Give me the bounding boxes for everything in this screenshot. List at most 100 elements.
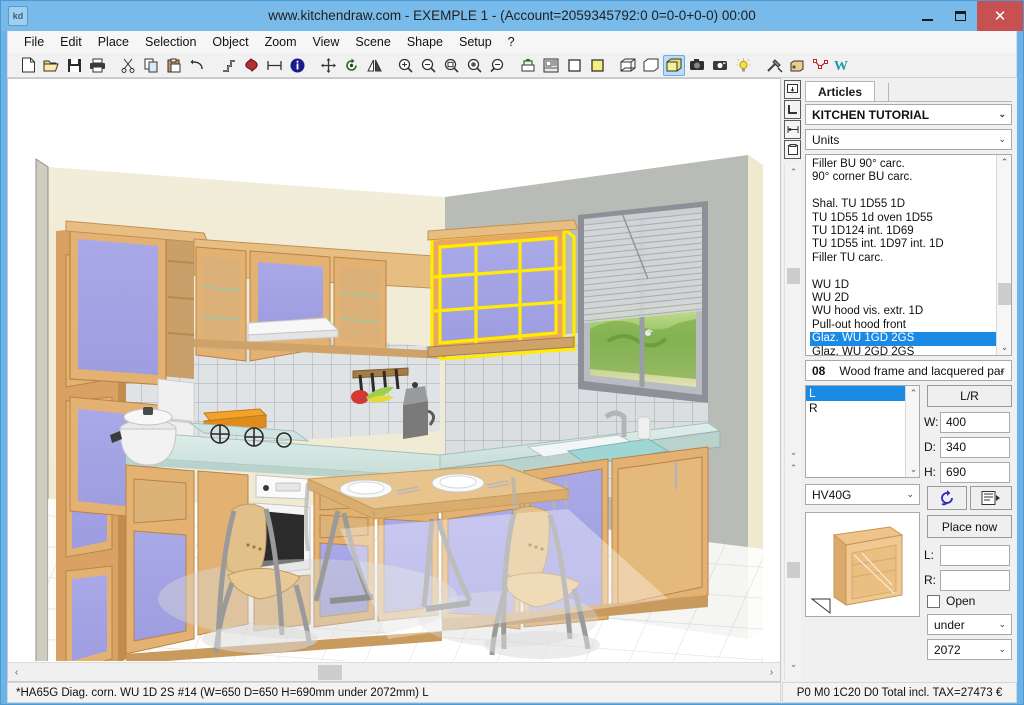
cut-scissors-icon[interactable] [117, 55, 139, 76]
menu-item-view[interactable]: View [305, 33, 348, 51]
list-item-selected[interactable]: Glaz. WU 1GD 2GS [810, 332, 996, 345]
scrollbar-thumb[interactable] [318, 665, 342, 680]
open-checkbox[interactable] [927, 595, 940, 608]
height-input[interactable]: 690 [940, 462, 1010, 483]
handing-listbox[interactable]: L R ⌃ ⌄ [805, 385, 920, 478]
list-item[interactable]: 90° corner BU carc. [810, 171, 996, 184]
elevation-view-icon[interactable] [540, 55, 562, 76]
viewport-horizontal-scrollbar[interactable]: ‹ › [8, 662, 780, 681]
corner-ruler-icon[interactable] [784, 100, 801, 119]
shaded-box-icon[interactable] [663, 55, 685, 76]
mirror-icon[interactable] [363, 55, 385, 76]
filled-view-icon[interactable] [586, 55, 608, 76]
list-item-r[interactable]: R [806, 401, 919, 416]
panel-scroll-up-arrow[interactable]: ⌃ [785, 164, 802, 181]
close-button[interactable]: ✕ [977, 1, 1023, 31]
panel-scroll-down-arrow-2[interactable]: ⌄ [785, 656, 802, 673]
select-stamp-icon[interactable] [784, 80, 801, 99]
height-ref-select[interactable]: 2072 ⌄ [927, 639, 1012, 660]
word-export-icon[interactable]: W [832, 55, 854, 76]
list-item[interactable]: Filler TU carc. [810, 252, 996, 265]
dimension-tool-icon[interactable] [784, 120, 801, 139]
flat-view-icon[interactable] [563, 55, 585, 76]
panel-scroll-thumb-lower[interactable] [787, 562, 800, 578]
list-item[interactable]: TU 1D124 int. 1D69 [810, 225, 996, 238]
list-item[interactable]: Pull-out hood front [810, 319, 996, 332]
tools-icon[interactable] [763, 55, 785, 76]
menu-item-object[interactable]: Object [204, 33, 256, 51]
position-select[interactable]: under ⌄ [927, 614, 1012, 635]
material-select[interactable]: 08 Wood frame and lacquered par ⌄ [805, 360, 1012, 381]
place-now-button[interactable]: Place now [927, 515, 1012, 538]
panel-scroll-down-arrow[interactable]: ⌄ [785, 444, 802, 461]
panel-scroll-rail[interactable]: ⌃ ⌄ ⌃ ⌄ [784, 164, 801, 680]
depth-input[interactable]: 340 [940, 437, 1010, 458]
open-folder-icon[interactable] [40, 55, 62, 76]
appliance-icon[interactable] [786, 55, 808, 76]
panel-scroll-up-arrow-2[interactable]: ⌃ [785, 460, 802, 477]
plan-view-icon[interactable] [517, 55, 539, 76]
lr-button[interactable]: L/R [927, 385, 1012, 407]
rotate-button[interactable] [927, 486, 967, 510]
articles-scrollbar[interactable]: ⌃ ⌄ [996, 155, 1011, 355]
maximize-button[interactable] [944, 1, 977, 31]
list-item[interactable]: WU 2D [810, 292, 996, 305]
list-item[interactable]: Shal. TU 1D55 1D [810, 198, 996, 211]
right-offset-input[interactable] [940, 570, 1010, 591]
kitchen-3d-scene[interactable]: HassamPC.com [8, 79, 780, 661]
articles-scroll-up-arrow[interactable]: ⌃ [997, 155, 1012, 170]
list-item[interactable]: WU hood vis. extr. 1D [810, 305, 996, 318]
design-viewport[interactable]: HassamPC.com ‹ › [7, 78, 781, 682]
hidden-line-box-icon[interactable] [640, 55, 662, 76]
wireframe-box-icon[interactable] [617, 55, 639, 76]
list-item[interactable]: Filler BU 90° carc. [810, 158, 996, 171]
zoom-window-icon[interactable] [440, 55, 462, 76]
list-item[interactable]: WU 1D [810, 279, 996, 292]
page-icon[interactable] [784, 140, 801, 159]
paste-clipboard-icon[interactable] [163, 55, 185, 76]
print-icon[interactable] [86, 55, 108, 76]
menu-item-zoom[interactable]: Zoom [257, 33, 305, 51]
properties-button[interactable] [970, 486, 1012, 510]
menu-item-file[interactable]: File [16, 33, 52, 51]
list-item[interactable]: TU 1D55 int. 1D97 int. 1D [810, 238, 996, 251]
left-offset-input[interactable] [940, 545, 1010, 566]
menu-item-help[interactable]: ? [500, 33, 523, 51]
open-checkbox-row[interactable]: Open [927, 594, 975, 608]
scroll-right-arrow[interactable]: › [763, 663, 780, 681]
new-file-icon[interactable] [17, 55, 39, 76]
menu-item-selection[interactable]: Selection [137, 33, 204, 51]
info-icon[interactable] [286, 55, 308, 76]
undo-arrow-icon[interactable] [186, 55, 208, 76]
handing-scroll-down-arrow[interactable]: ⌄ [906, 462, 920, 477]
menu-item-place[interactable]: Place [90, 33, 137, 51]
variant-select[interactable]: HV40G ⌄ [805, 484, 920, 505]
paint-splash-icon[interactable] [240, 55, 262, 76]
articles-listbox[interactable]: Filler BU 90° carc. 90° corner BU carc. … [805, 154, 1012, 356]
width-input[interactable]: 400 [940, 412, 1010, 433]
menu-item-shape[interactable]: Shape [399, 33, 451, 51]
articles-scrollbar-thumb[interactable] [998, 283, 1011, 305]
zoom-in-icon[interactable] [394, 55, 416, 76]
tab-articles[interactable]: Articles [805, 81, 875, 101]
zoom-previous-icon[interactable] [486, 55, 508, 76]
articles-scroll-down-arrow[interactable]: ⌄ [997, 340, 1012, 355]
rotate-icon[interactable] [340, 55, 362, 76]
minimize-button[interactable] [911, 1, 944, 31]
copy-icon[interactable] [140, 55, 162, 76]
list-item[interactable]: Glaz. WU 2GD 2GS [810, 346, 996, 356]
save-disk-icon[interactable] [63, 55, 85, 76]
zoom-all-icon[interactable] [463, 55, 485, 76]
units-select[interactable]: Units ⌄ [805, 129, 1012, 150]
menu-item-edit[interactable]: Edit [52, 33, 90, 51]
light-bulb-icon[interactable] [732, 55, 754, 76]
scroll-left-arrow[interactable]: ‹ [8, 663, 25, 681]
zoom-out-icon[interactable] [417, 55, 439, 76]
list-item-l[interactable]: L [806, 386, 919, 401]
handing-scroll-up-arrow[interactable]: ⌃ [906, 386, 920, 401]
panel-scroll-thumb-upper[interactable] [787, 268, 800, 284]
menu-item-scene[interactable]: Scene [347, 33, 398, 51]
handing-scrollbar[interactable]: ⌃ ⌄ [905, 386, 919, 477]
catalog-select[interactable]: KITCHEN TUTORIAL ⌄ [805, 104, 1012, 125]
photo-camera-icon[interactable] [709, 55, 731, 76]
